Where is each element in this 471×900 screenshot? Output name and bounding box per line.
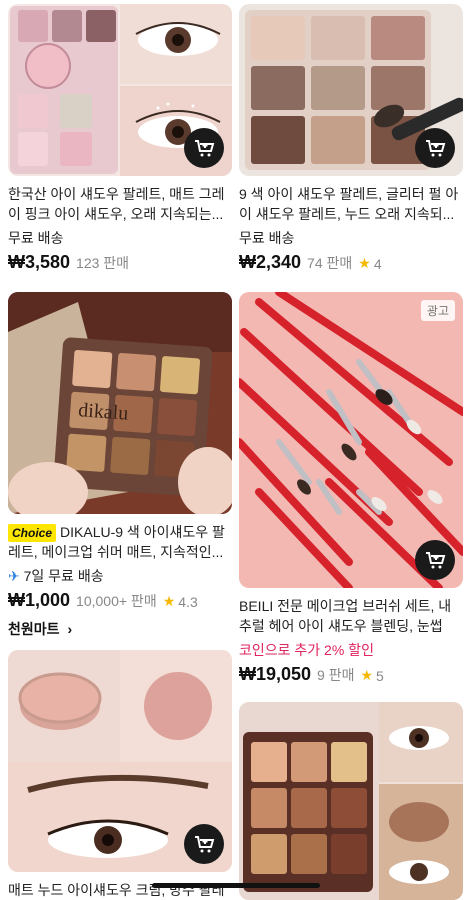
- product-card[interactable]: 한국산 아이 섀도우 팔레트, 매트 그레이 핑크 아이 섀도우, 오래 지속되…: [8, 4, 232, 273]
- product-image[interactable]: [8, 650, 232, 872]
- plane-icon: ✈: [8, 568, 20, 584]
- price-row: ₩3,580 123 판매: [8, 252, 232, 273]
- cart-add-icon: [195, 140, 215, 157]
- chevron-right-icon: ›: [67, 621, 73, 637]
- rating-value: 4.3: [178, 593, 198, 610]
- price-row: ₩1,000 10,000+ 판매 ★ 4.3: [8, 590, 232, 611]
- shipping-info: 무료 배송: [239, 230, 295, 246]
- product-card[interactable]: dikalu Choice DIKALU-9 색 아이섀도우 팔레트, 메이크업 …: [8, 292, 232, 639]
- rating: ★ 4: [358, 255, 381, 272]
- ad-label: 광고: [420, 300, 455, 321]
- star-icon: ★: [358, 255, 371, 271]
- product-image[interactable]: [239, 4, 463, 176]
- price-row: ₩19,050 9 판매 ★ 5: [239, 664, 463, 685]
- cart-add-icon: [195, 836, 215, 853]
- rating: ★ 5: [360, 667, 383, 684]
- choice-badge: Choice: [8, 524, 57, 542]
- store-link[interactable]: 천원마트 ›: [8, 619, 232, 639]
- cart-add-icon: [426, 552, 446, 569]
- add-to-cart-button[interactable]: [184, 824, 224, 864]
- product-title[interactable]: 한국산 아이 섀도우 팔레트, 매트 그레이 핑크 아이 섀도우, 오래 지속되…: [8, 184, 232, 224]
- product-image[interactable]: [239, 702, 463, 900]
- palette-brand-text: dikalu: [78, 399, 129, 424]
- product-image[interactable]: 광고: [239, 292, 463, 588]
- price-row: ₩2,340 74 판매 ★ 4: [239, 252, 463, 273]
- product-title[interactable]: 9 색 아이 섀도우 팔레트, 글리터 펄 아이 섀도우 팔레트, 누드 오래 …: [239, 184, 463, 224]
- store-name: 천원마트: [8, 621, 60, 637]
- sold-count: 123 판매: [76, 255, 130, 271]
- rating: ★ 4.3: [163, 593, 198, 610]
- rating-value: 4: [373, 255, 382, 272]
- star-icon: ★: [360, 667, 374, 683]
- product-title[interactable]: Choice DIKALU-9 색 아이섀도우 팔레트, 메이크업 쉬머 매트, …: [8, 522, 232, 562]
- product-image[interactable]: dikalu: [8, 292, 232, 514]
- product-price: ₩1,000: [8, 590, 71, 610]
- product-price: ₩19,050: [239, 664, 312, 684]
- add-to-cart-button[interactable]: [415, 540, 455, 580]
- product-price: ₩3,580: [8, 252, 71, 272]
- sold-count: 9 판매: [317, 667, 355, 683]
- sold-count: 74 판매: [307, 255, 353, 271]
- sold-count: 10,000+ 판매: [76, 593, 157, 609]
- product-image[interactable]: [8, 4, 232, 176]
- shipping-info: ✈ 7일 무료 배송: [8, 566, 232, 586]
- product-card[interactable]: 9 색 아이 섀도우 팔레트, 글리터 펄 아이 섀도우 팔레트, 누드 오래 …: [239, 4, 463, 273]
- rating-value: 5: [376, 667, 384, 684]
- add-to-cart-button[interactable]: [415, 128, 455, 168]
- shipping-days: 7일 무료 배송: [23, 568, 104, 584]
- cart-add-icon: [426, 140, 446, 157]
- promo-text: 코인으로 추가 2% 할인: [239, 642, 374, 658]
- shipping-info: 무료 배송: [8, 230, 64, 246]
- home-indicator[interactable]: [152, 883, 320, 888]
- product-card[interactable]: 매트 누드 아이섀도우 크림, 방수 팔레트: [8, 650, 232, 900]
- star-icon: ★: [162, 593, 176, 609]
- product-title[interactable]: BEILI 전문 메이크업 브러쉬 세트, 내추럴 헤어 아이 섀도우 블렌딩,…: [239, 596, 463, 636]
- product-price: ₩2,340: [239, 252, 302, 272]
- product-card[interactable]: [239, 702, 463, 900]
- product-card[interactable]: 광고 BEILI 전문 메이크업 브러쉬 세트, 내추럴 헤어 아이 섀도우 블…: [239, 292, 463, 685]
- add-to-cart-button[interactable]: [184, 128, 224, 168]
